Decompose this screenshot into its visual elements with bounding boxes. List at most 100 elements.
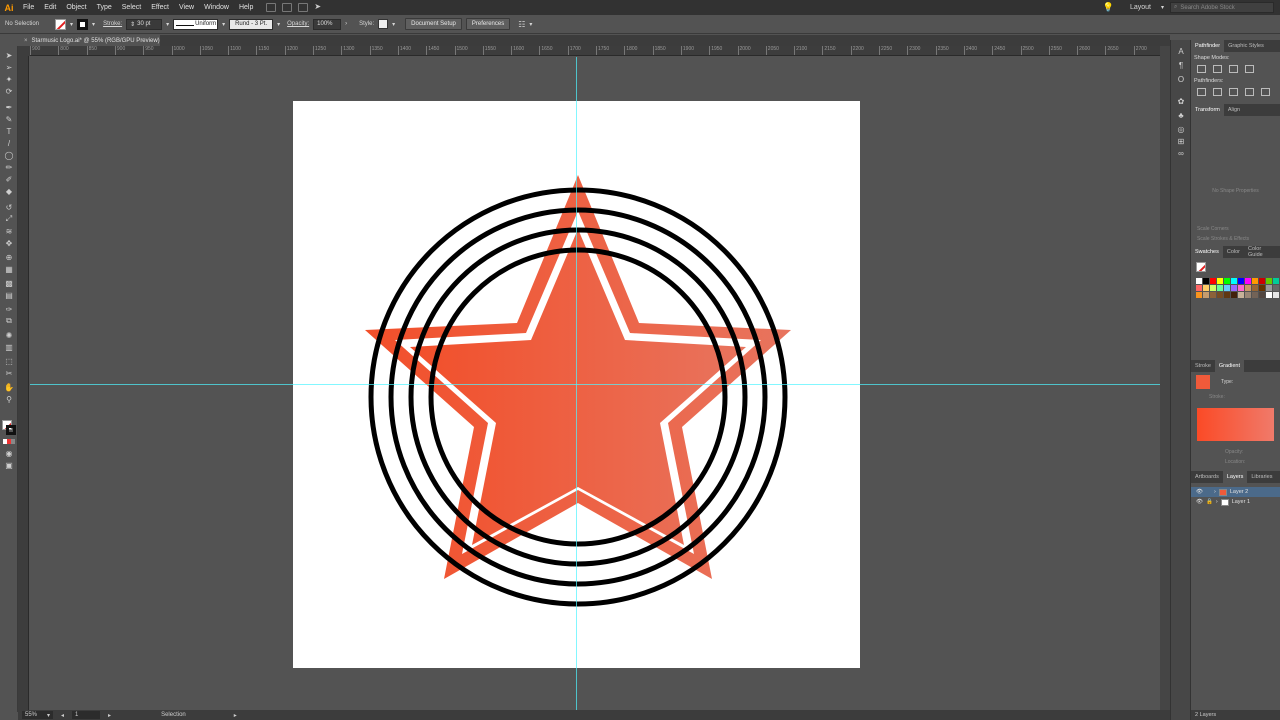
- rotate-tool-icon[interactable]: ↺: [3, 202, 15, 212]
- direct-selection-tool-icon[interactable]: ➢: [3, 62, 15, 72]
- paintbrush-tool-icon[interactable]: ✏: [3, 162, 15, 172]
- lock-icon[interactable]: 🔒: [1206, 499, 1213, 505]
- trim-icon[interactable]: [1213, 88, 1222, 96]
- opacity-field[interactable]: 100%: [313, 18, 342, 30]
- expand-layer-icon[interactable]: ›: [1214, 489, 1216, 495]
- color-swatch[interactable]: [1245, 285, 1251, 291]
- eraser-tool-icon[interactable]: ◆: [3, 186, 15, 196]
- menu-window[interactable]: Window: [199, 4, 234, 11]
- color-swatch[interactable]: [1224, 278, 1230, 284]
- color-swatch[interactable]: [1266, 285, 1272, 291]
- opacity-arrow-icon[interactable]: ›: [345, 21, 347, 27]
- menu-select[interactable]: Select: [117, 4, 146, 11]
- ellipse-tool-icon[interactable]: ◯: [3, 150, 15, 160]
- chevron-down-icon[interactable]: ▾: [1161, 4, 1164, 11]
- color-swatch[interactable]: [1203, 292, 1209, 298]
- next-artboard-icon[interactable]: ▸: [108, 712, 111, 719]
- color-swatch[interactable]: [1210, 292, 1216, 298]
- menu-type[interactable]: Type: [92, 4, 117, 11]
- status-arrow-icon[interactable]: ▸: [234, 712, 237, 719]
- artboard-tool-icon[interactable]: ⬚: [3, 356, 15, 366]
- unite-icon[interactable]: [1197, 65, 1206, 73]
- layer-name[interactable]: Layer 1: [1232, 499, 1250, 505]
- draw-mode-icon[interactable]: ◉: [3, 448, 15, 458]
- paragraph-icon[interactable]: ¶: [1175, 60, 1187, 70]
- minus-front-icon[interactable]: [1213, 65, 1222, 73]
- puppet-warp-tool-icon[interactable]: ✥: [3, 238, 15, 248]
- stroke-weight-field[interactable]: ⇕ 30 pt: [126, 18, 163, 30]
- visibility-eye-icon[interactable]: 👁: [1196, 499, 1203, 505]
- horizontal-ruler[interactable]: 900 800 850 900 950 1000 1050 1100 1150 1200 1250 1…: [30, 46, 1160, 56]
- scale-strokes-checkbox[interactable]: Scale Strokes & Effects: [1191, 234, 1280, 244]
- stroke-dropdown-icon[interactable]: ▾: [92, 21, 95, 28]
- horizontal-guide[interactable]: [30, 384, 1160, 385]
- visibility-eye-icon[interactable]: 👁: [1196, 489, 1203, 495]
- fill-dropdown-icon[interactable]: ▾: [70, 21, 73, 28]
- stroke-swatch[interactable]: [77, 18, 89, 30]
- links-icon[interactable]: ∞: [1175, 148, 1187, 158]
- artboard-number-field[interactable]: 1: [72, 711, 101, 719]
- prev-artboard-icon[interactable]: ◂: [61, 712, 64, 719]
- color-swatch[interactable]: [1203, 278, 1209, 284]
- stock-search-input[interactable]: ⌕ Search Adobe Stock: [1170, 2, 1274, 13]
- menu-edit[interactable]: Edit: [39, 4, 61, 11]
- gpu-performance-icon[interactable]: ➤: [314, 3, 324, 12]
- color-swatch[interactable]: [1210, 278, 1216, 284]
- menu-view[interactable]: View: [174, 4, 199, 11]
- brush-definition[interactable]: Rund - 3 Pt.: [229, 18, 274, 30]
- opacity-label[interactable]: Opacity:: [287, 21, 309, 27]
- shaper-tool-icon[interactable]: ✐: [3, 174, 15, 184]
- scale-tool-icon[interactable]: ⤢: [3, 214, 15, 224]
- outline-icon[interactable]: [1261, 88, 1270, 96]
- selection-tool-icon[interactable]: ➤: [3, 50, 15, 60]
- divide-icon[interactable]: [1197, 88, 1206, 96]
- scale-corners-checkbox[interactable]: Scale Corners: [1191, 224, 1280, 234]
- gradient-thumbnail[interactable]: [1196, 375, 1210, 389]
- brushes-icon[interactable]: ✿: [1175, 96, 1187, 106]
- screen-mode-icon[interactable]: ▣: [3, 460, 15, 470]
- ruler-origin[interactable]: [18, 46, 30, 56]
- layer-row[interactable]: 👁 › Layer 2: [1191, 487, 1280, 497]
- tab-artboards[interactable]: Artboards: [1191, 471, 1223, 483]
- image-trace-icon[interactable]: ⊞: [1175, 136, 1187, 146]
- color-swatch[interactable]: [1196, 278, 1202, 284]
- layer-row[interactable]: 👁 🔒 › Layer 1: [1191, 497, 1280, 507]
- intersect-icon[interactable]: [1229, 65, 1238, 73]
- color-swatch[interactable]: [1273, 285, 1279, 291]
- tab-gradient[interactable]: Gradient: [1214, 360, 1245, 372]
- document-tab[interactable]: × Starmusic Logo.ai* @ 55% (RGB/GPU Prev…: [18, 35, 160, 46]
- color-swatch[interactable]: [1252, 292, 1258, 298]
- color-swatch[interactable]: [1266, 278, 1272, 284]
- swatch-fill-stroke-icon[interactable]: [1196, 262, 1206, 272]
- color-swatch[interactable]: [1259, 278, 1265, 284]
- symbol-sprayer-tool-icon[interactable]: ✺: [3, 330, 15, 340]
- stock-icon[interactable]: [282, 3, 293, 12]
- color-swatch[interactable]: [1210, 285, 1216, 291]
- tab-graphic-styles[interactable]: Graphic Styles: [1224, 40, 1268, 52]
- color-swatch[interactable]: [1217, 278, 1223, 284]
- fill-swatch[interactable]: [55, 18, 67, 30]
- crop-icon[interactable]: [1245, 88, 1254, 96]
- color-swatch[interactable]: [1196, 285, 1202, 291]
- style-dropdown-icon[interactable]: ▾: [392, 21, 395, 28]
- tab-transform[interactable]: Transform: [1191, 104, 1224, 116]
- tab-align[interactable]: Align: [1224, 104, 1244, 116]
- vertical-scrollbar[interactable]: [1160, 46, 1170, 710]
- magic-wand-tool-icon[interactable]: ✦: [3, 74, 15, 84]
- profile-dropdown-icon[interactable]: ▾: [222, 21, 225, 28]
- color-swatch[interactable]: [1217, 285, 1223, 291]
- tab-color-guide[interactable]: Color Guide: [1244, 246, 1280, 258]
- color-swatch[interactable]: [1259, 292, 1265, 298]
- curvature-tool-icon[interactable]: ✎: [3, 114, 15, 124]
- zoom-field[interactable]: 55% ▾: [22, 711, 54, 719]
- menu-help[interactable]: Help: [234, 4, 258, 11]
- lightbulb-icon[interactable]: 💡: [1103, 2, 1114, 13]
- color-swatch[interactable]: [1196, 292, 1202, 298]
- color-swatch[interactable]: [1238, 278, 1244, 284]
- graphic-style-swatch[interactable]: [378, 19, 389, 29]
- arrange-documents-icon[interactable]: [298, 3, 309, 12]
- color-swatch[interactable]: [1238, 292, 1244, 298]
- appearance-icon[interactable]: ◎: [1175, 124, 1187, 134]
- lasso-tool-icon[interactable]: ⟳: [3, 86, 15, 96]
- gradient-slider[interactable]: [1197, 408, 1274, 441]
